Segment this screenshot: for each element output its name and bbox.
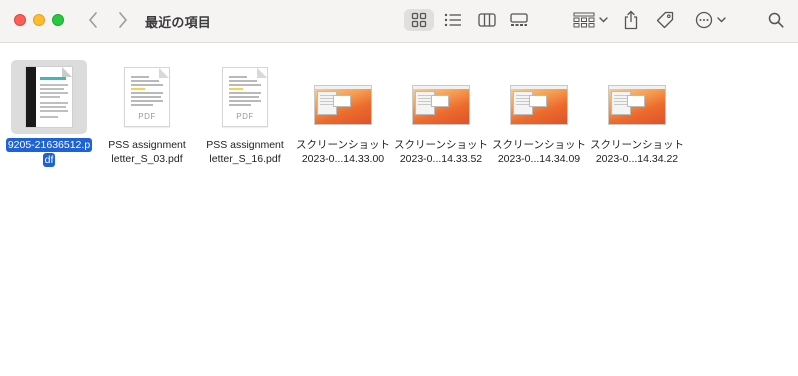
view-as-columns-button[interactable]: [472, 9, 502, 31]
pdf-document-icon: [25, 66, 73, 128]
zoom-window-button[interactable]: [52, 14, 64, 26]
columns-icon: [478, 13, 496, 27]
pdf-document-icon: PDF: [124, 67, 170, 127]
screenshot-image-icon: [314, 85, 372, 125]
share-button[interactable]: [619, 7, 643, 33]
file-thumbnail[interactable]: [305, 60, 381, 134]
group-grid-icon: [573, 12, 594, 28]
list-icon: [444, 13, 461, 27]
window-title: 最近の項目: [145, 16, 212, 31]
file-item[interactable]: PDF PSS assignment letter_S_03.pdf: [98, 60, 196, 166]
file-thumbnail[interactable]: [599, 60, 675, 134]
minimize-window-button[interactable]: [33, 14, 45, 26]
chevron-right-icon: [119, 12, 127, 28]
file-name-label[interactable]: スクリーンショット 2023-0...14.34.22: [590, 138, 684, 166]
file-item[interactable]: スクリーンショット 2023-0...14.33.00: [294, 60, 392, 166]
view-as-gallery-button[interactable]: [504, 9, 534, 31]
file-name-label[interactable]: 9205-21636512.p df: [5, 138, 93, 167]
ellipsis-circle-icon: [695, 11, 712, 29]
chevron-left-icon: [89, 12, 97, 28]
grid-icon: [411, 12, 427, 28]
file-thumbnail[interactable]: PDF: [207, 60, 283, 134]
file-item[interactable]: スクリーンショット 2023-0...14.33.52: [392, 60, 490, 166]
back-button[interactable]: [84, 10, 102, 30]
screenshot-image-icon: [608, 85, 666, 125]
search-icon: [768, 12, 784, 28]
file-name-label[interactable]: スクリーンショット 2023-0...14.33.00: [296, 138, 390, 166]
view-as-list-button[interactable]: [438, 9, 468, 31]
file-thumbnail[interactable]: [501, 60, 577, 134]
screenshot-image-icon: [510, 85, 568, 125]
finder-toolbar: 最近の項目: [0, 0, 798, 43]
file-name-label[interactable]: PSS assignment letter_S_16.pdf: [206, 138, 284, 166]
file-thumbnail[interactable]: [11, 60, 87, 134]
screenshot-image-icon: [412, 85, 470, 125]
file-name-label[interactable]: スクリーンショット 2023-0...14.33.52: [394, 138, 488, 166]
gallery-icon: [510, 13, 528, 26]
tag-icon: [656, 11, 674, 29]
forward-button[interactable]: [114, 10, 132, 30]
group-button[interactable]: [570, 9, 610, 31]
chevron-down-icon: [598, 17, 608, 23]
file-thumbnail[interactable]: PDF: [109, 60, 185, 134]
file-item[interactable]: スクリーンショット 2023-0...14.34.22: [588, 60, 686, 166]
close-window-button[interactable]: [14, 14, 26, 26]
file-name-label[interactable]: スクリーンショット 2023-0...14.34.09: [492, 138, 586, 166]
more-actions-button[interactable]: [690, 9, 730, 31]
file-item[interactable]: PDF PSS assignment letter_S_16.pdf: [196, 60, 294, 166]
pdf-document-icon: PDF: [222, 67, 268, 127]
search-button[interactable]: [765, 9, 787, 31]
view-as-icons-button[interactable]: [404, 9, 434, 31]
file-name-label[interactable]: PSS assignment letter_S_03.pdf: [108, 138, 186, 166]
file-item[interactable]: 9205-21636512.p df: [0, 60, 98, 167]
file-icon-view[interactable]: 9205-21636512.p df PDF PSS assignment le…: [0, 44, 798, 376]
tags-button[interactable]: [653, 9, 677, 31]
file-item[interactable]: スクリーンショット 2023-0...14.34.09: [490, 60, 588, 166]
chevron-down-icon: [716, 17, 726, 23]
file-thumbnail[interactable]: [403, 60, 479, 134]
share-icon: [624, 10, 638, 30]
